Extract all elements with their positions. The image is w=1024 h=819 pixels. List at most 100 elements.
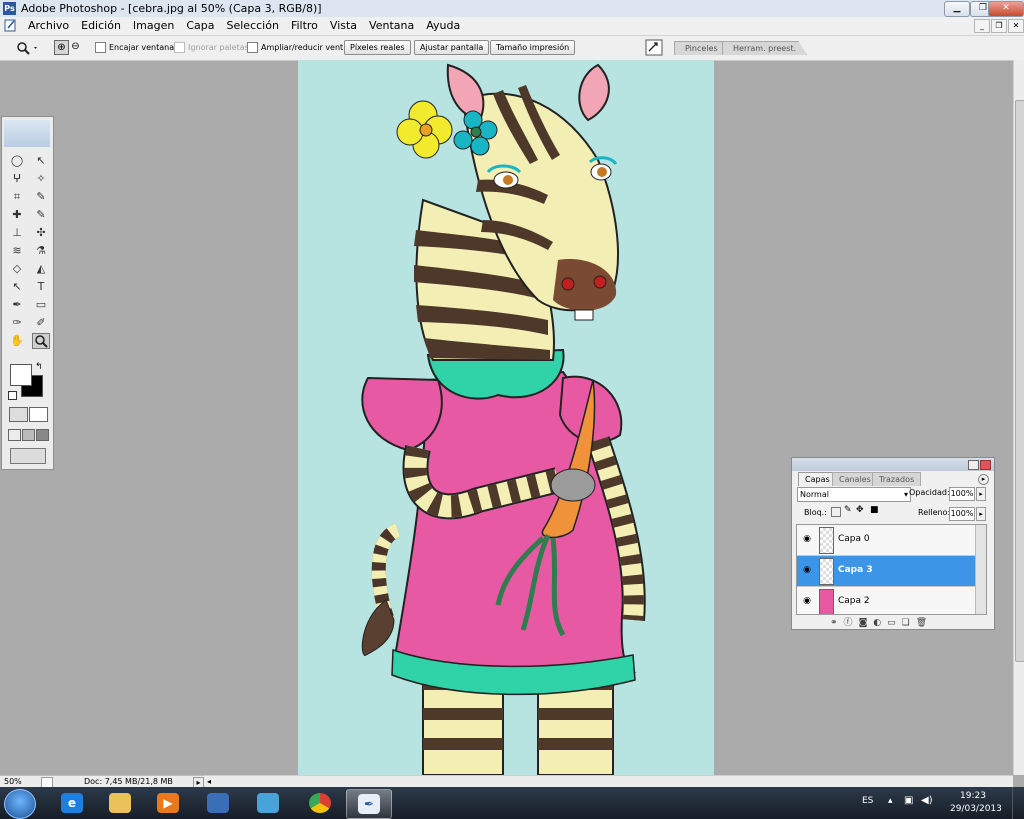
screen-mode-full-icon[interactable]	[36, 429, 49, 441]
language-indicator[interactable]: ES	[862, 796, 873, 806]
blend-mode-select[interactable]: Normal ▾	[797, 487, 911, 502]
tab-herram-preest[interactable]: Herram. preest.	[722, 41, 808, 55]
fill-slider-icon[interactable]: ▸	[976, 507, 986, 521]
menu-vista[interactable]: Vista	[324, 19, 363, 33]
taskbar-app-5[interactable]	[246, 789, 290, 817]
ampliar-reducir-checkbox[interactable]: Ampliar/reducir vent.	[247, 42, 346, 53]
clock-date[interactable]: 29/03/2013	[950, 804, 1002, 814]
standard-mode-icon[interactable]	[9, 407, 28, 422]
zoom-in-icon[interactable]: ⊕	[54, 40, 69, 55]
panel-close-icon[interactable]	[980, 460, 991, 470]
history-brush-tool-icon[interactable]: ✣	[32, 225, 50, 241]
default-colors-icon[interactable]	[8, 391, 17, 400]
taskbar-photoshop[interactable]: ✒	[346, 789, 392, 819]
shape-tool-icon[interactable]: ▭	[32, 297, 50, 313]
taskbar-explorer[interactable]	[98, 789, 142, 817]
lock-all-icon[interactable]: ■	[870, 505, 879, 515]
layers-scrollbar[interactable]	[975, 525, 986, 614]
tab-capas[interactable]: Capas	[798, 472, 837, 486]
pen-tool-icon[interactable]: ✒	[8, 297, 26, 313]
layer-row-capa-2[interactable]: ◉ Capa 2	[797, 587, 986, 614]
delete-layer-icon[interactable]: 🗑	[916, 618, 933, 628]
new-group-icon[interactable]: ▭	[887, 618, 902, 628]
zoom-tool-icon[interactable]	[32, 333, 50, 349]
menu-ventana[interactable]: Ventana	[363, 19, 420, 33]
show-desktop-button[interactable]	[1012, 787, 1024, 819]
screen-mode-standard-icon[interactable]	[8, 429, 21, 441]
imageready-jump-icon[interactable]	[10, 448, 46, 464]
eye-icon[interactable]: ◉	[800, 565, 814, 575]
vertical-scroll-thumb[interactable]	[1015, 100, 1024, 662]
screen-mode-menubar-icon[interactable]	[22, 429, 35, 441]
show-hidden-icons-icon[interactable]: ▴	[888, 796, 893, 806]
notes-tool-icon[interactable]: ✑	[8, 315, 26, 331]
menu-ayuda[interactable]: Ayuda	[420, 19, 466, 33]
network-icon[interactable]: ▣	[904, 795, 913, 806]
pixeles-reales-button[interactable]: Píxeles reales	[344, 40, 411, 55]
panel-title-bar[interactable]	[792, 458, 994, 471]
encajar-ventana-checkbox[interactable]: Encajar ventana	[95, 42, 174, 53]
layer-style-icon[interactable]: ⓕ	[844, 618, 859, 628]
add-mask-icon[interactable]: ◙	[859, 618, 874, 628]
blur-tool-icon[interactable]: ◇	[8, 261, 26, 277]
magic-wand-tool-icon[interactable]: ✧	[32, 171, 50, 187]
tamano-impresion-button[interactable]: Tamaño impresión	[490, 40, 576, 55]
menu-edicion[interactable]: Edición	[75, 19, 127, 33]
menu-capa[interactable]: Capa	[180, 19, 220, 33]
tab-trazados[interactable]: Trazados	[872, 472, 922, 486]
checkbox-box[interactable]	[247, 42, 258, 53]
healing-brush-tool-icon[interactable]: ✚	[8, 207, 26, 223]
panel-menu-icon[interactable]: ▸	[978, 474, 989, 485]
eyedropper-tool-icon[interactable]: ✐	[32, 315, 50, 331]
eraser-tool-icon[interactable]: ≋	[8, 243, 26, 259]
swap-colors-icon[interactable]: ↰	[35, 362, 43, 372]
lasso-tool-icon[interactable]: ⵖ	[8, 171, 26, 187]
taskbar-chrome[interactable]	[298, 789, 342, 817]
doc-close-button[interactable]: ✕	[1008, 19, 1024, 33]
clone-stamp-tool-icon[interactable]: ⊥	[8, 225, 26, 241]
dodge-tool-icon[interactable]: ◭	[32, 261, 50, 277]
ajustar-pantalla-button[interactable]: Ajustar pantalla	[414, 40, 490, 55]
start-button[interactable]	[4, 789, 36, 819]
menu-seleccion[interactable]: Selección	[221, 19, 285, 33]
opacity-slider-icon[interactable]: ▸	[976, 487, 986, 501]
eye-icon[interactable]: ◉	[800, 596, 814, 606]
checkbox-box[interactable]	[95, 42, 106, 53]
new-layer-icon[interactable]: ❏	[902, 618, 916, 628]
quick-mask-icon[interactable]	[29, 407, 48, 422]
marquee-tool-icon[interactable]: ◯	[8, 153, 26, 169]
tab-canales[interactable]: Canales	[832, 472, 878, 486]
type-tool-icon[interactable]: T	[32, 279, 50, 295]
doc-restore-button[interactable]: ❐	[991, 19, 1007, 33]
taskbar-internet-explorer[interactable]: e	[50, 789, 94, 817]
volume-icon[interactable]: ◀)	[921, 795, 933, 806]
menu-filtro[interactable]: Filtro	[285, 19, 324, 33]
lock-pixels-icon[interactable]: ✎	[844, 505, 852, 515]
layer-row-capa-3[interactable]: ◉ Capa 3	[797, 556, 986, 587]
brush-tool-icon[interactable]: ✎	[32, 207, 50, 223]
eye-icon[interactable]: ◉	[800, 534, 814, 544]
close-button[interactable]: ✕	[988, 1, 1024, 17]
hand-tool-icon[interactable]: ✋	[8, 333, 26, 349]
zoom-out-icon[interactable]: ⊖	[69, 40, 82, 53]
paint-bucket-tool-icon[interactable]: ⚗	[32, 243, 50, 259]
panel-minimize-icon[interactable]	[968, 460, 979, 470]
adjustment-layer-icon[interactable]: ◐	[873, 618, 887, 628]
document-canvas[interactable]	[298, 60, 714, 775]
move-tool-icon[interactable]: ↖	[32, 153, 50, 169]
slice-tool-icon[interactable]: ✎	[32, 189, 50, 205]
taskbar-app-4[interactable]	[196, 789, 240, 817]
fill-input[interactable]: 100%	[949, 507, 975, 521]
vertical-scrollbar[interactable]	[1013, 60, 1024, 775]
ignorar-paletas-checkbox[interactable]: Ignorar paletas	[174, 42, 249, 53]
clock-time[interactable]: 19:23	[960, 791, 986, 801]
crop-tool-icon[interactable]: ⌗	[8, 189, 26, 205]
path-selection-tool-icon[interactable]: ↖	[8, 279, 26, 295]
lock-transparency-icon[interactable]	[831, 507, 841, 517]
palette-well-icon[interactable]	[645, 39, 663, 56]
doc-minimize-button[interactable]: _	[974, 19, 990, 33]
link-layers-icon[interactable]: ⚭	[830, 618, 844, 628]
lock-position-icon[interactable]: ✥	[856, 505, 864, 515]
opacity-input[interactable]: 100%	[949, 487, 975, 501]
document-icon[interactable]	[4, 19, 18, 32]
